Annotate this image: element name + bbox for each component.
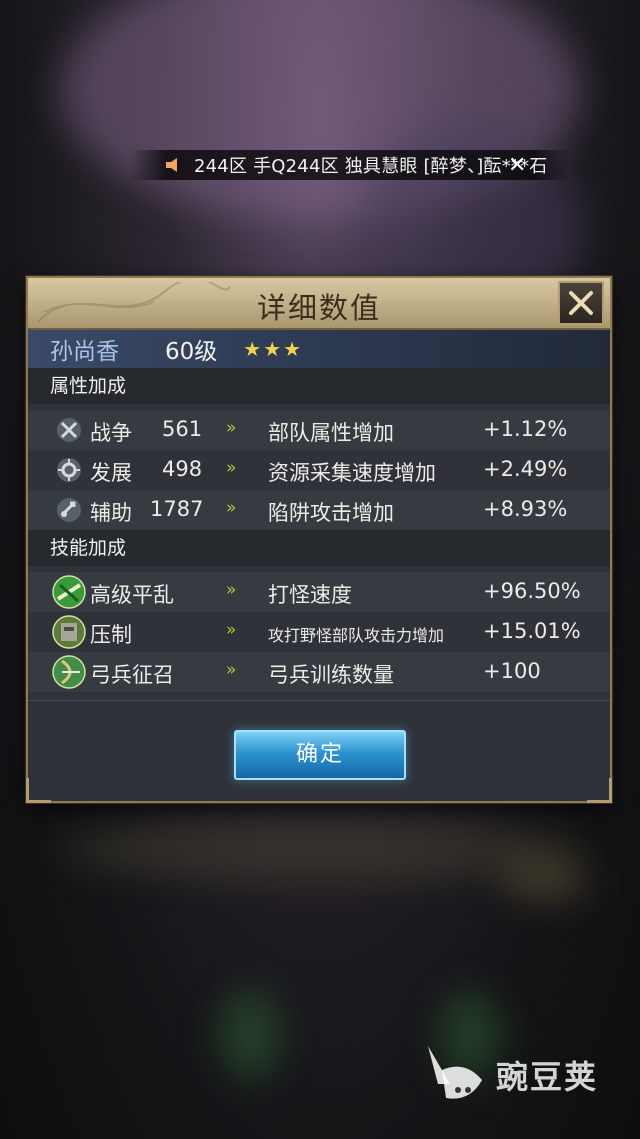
hero-name: 孙尚香 bbox=[50, 339, 119, 365]
assist-icon bbox=[57, 498, 81, 522]
attribute-name: 辅助 bbox=[90, 501, 132, 525]
hero-level: 60级 bbox=[165, 339, 218, 365]
divider bbox=[28, 700, 610, 701]
skill-suppress-icon bbox=[52, 615, 86, 649]
watermark: 豌豆荚 bbox=[420, 1040, 598, 1110]
attribute-effect: 部队属性增加 bbox=[268, 421, 394, 445]
wandoujia-logo-icon bbox=[428, 1046, 482, 1099]
arrow-icon: » bbox=[226, 498, 237, 518]
skill-bonus: +96.50% bbox=[483, 579, 581, 603]
arrow-icon: » bbox=[226, 580, 237, 600]
hero-stars: ★ ★ ★ bbox=[243, 337, 301, 361]
swords-icon bbox=[57, 418, 81, 442]
attribute-effect: 陷阱攻击增加 bbox=[268, 501, 394, 525]
skill-row: 弓兵征召 » 弓兵训练数量 +100 bbox=[28, 652, 610, 692]
skill-effect: 弓兵训练数量 bbox=[268, 663, 394, 687]
skill-bonus: +15.01% bbox=[483, 619, 581, 643]
attribute-value: 1787 bbox=[150, 497, 204, 521]
skill-bonus: +100 bbox=[483, 659, 541, 683]
dialog-close-button[interactable] bbox=[558, 281, 604, 325]
arrow-icon: » bbox=[226, 620, 237, 640]
attribute-bonus: +2.49% bbox=[483, 457, 568, 481]
skill-effect: 攻打野怪部队攻击力增加 bbox=[268, 626, 445, 645]
watermark-text: 豌豆荚 bbox=[496, 1058, 599, 1096]
skill-pacify-icon bbox=[52, 575, 86, 609]
attribute-name: 发展 bbox=[90, 461, 132, 485]
arrow-icon: » bbox=[226, 418, 237, 438]
attribute-value: 561 bbox=[162, 417, 203, 441]
broadcast-bar: 244区 手Q244区 独具慧眼 [醉梦、]酝***石 ✕ bbox=[130, 150, 570, 180]
dialog-header: 详细数值 bbox=[28, 278, 610, 330]
hero-summary-row: 孙尚香 60级 ★ ★ ★ bbox=[28, 330, 610, 368]
attribute-bonus: +1.12% bbox=[483, 417, 568, 441]
attribute-effect: 资源采集速度增加 bbox=[268, 461, 436, 485]
detail-values-dialog: 详细数值 孙尚香 60级 ★ ★ ★ 属性加成 战争 561 » 部队属性增加 … bbox=[26, 276, 612, 803]
speaker-icon bbox=[166, 158, 177, 172]
skill-row: 压制 » 攻打野怪部队攻击力增加 +15.01% bbox=[28, 612, 610, 652]
skill-effect: 打怪速度 bbox=[268, 583, 352, 607]
arrow-icon: » bbox=[226, 660, 237, 680]
arrow-icon: » bbox=[226, 458, 237, 478]
frame-corner-ornament bbox=[587, 778, 612, 803]
attribute-row: 发展 498 » 资源采集速度增加 +2.49% bbox=[28, 450, 610, 490]
attribute-bonus: +8.93% bbox=[483, 497, 568, 521]
attribute-section-label: 属性加成 bbox=[28, 368, 610, 404]
skill-archer-icon bbox=[52, 655, 86, 689]
skill-name: 高级平乱 bbox=[90, 583, 174, 607]
skill-row: 高级平乱 » 打怪速度 +96.50% bbox=[28, 572, 610, 612]
star-icon: ★ bbox=[283, 337, 302, 361]
skill-name: 压制 bbox=[90, 623, 132, 647]
attribute-row: 辅助 1787 » 陷阱攻击增加 +8.93% bbox=[28, 490, 610, 530]
confirm-button[interactable]: 确定 bbox=[234, 730, 406, 780]
dialog-title: 详细数值 bbox=[256, 291, 381, 325]
attribute-row: 战争 561 » 部队属性增加 +1.12% bbox=[28, 410, 610, 450]
star-icon: ★ bbox=[263, 337, 282, 361]
close-icon[interactable]: ✕ bbox=[508, 153, 526, 178]
star-icon: ★ bbox=[243, 337, 262, 361]
close-icon bbox=[569, 291, 593, 315]
attribute-name: 战争 bbox=[90, 421, 132, 445]
development-icon bbox=[57, 458, 81, 482]
skill-section-label: 技能加成 bbox=[28, 530, 610, 566]
attribute-value: 498 bbox=[162, 457, 203, 481]
frame-corner-ornament bbox=[26, 778, 51, 803]
skill-name: 弓兵征召 bbox=[90, 663, 174, 687]
broadcast-message: 244区 手Q244区 独具慧眼 [醉梦、]酝***石 bbox=[194, 156, 548, 177]
